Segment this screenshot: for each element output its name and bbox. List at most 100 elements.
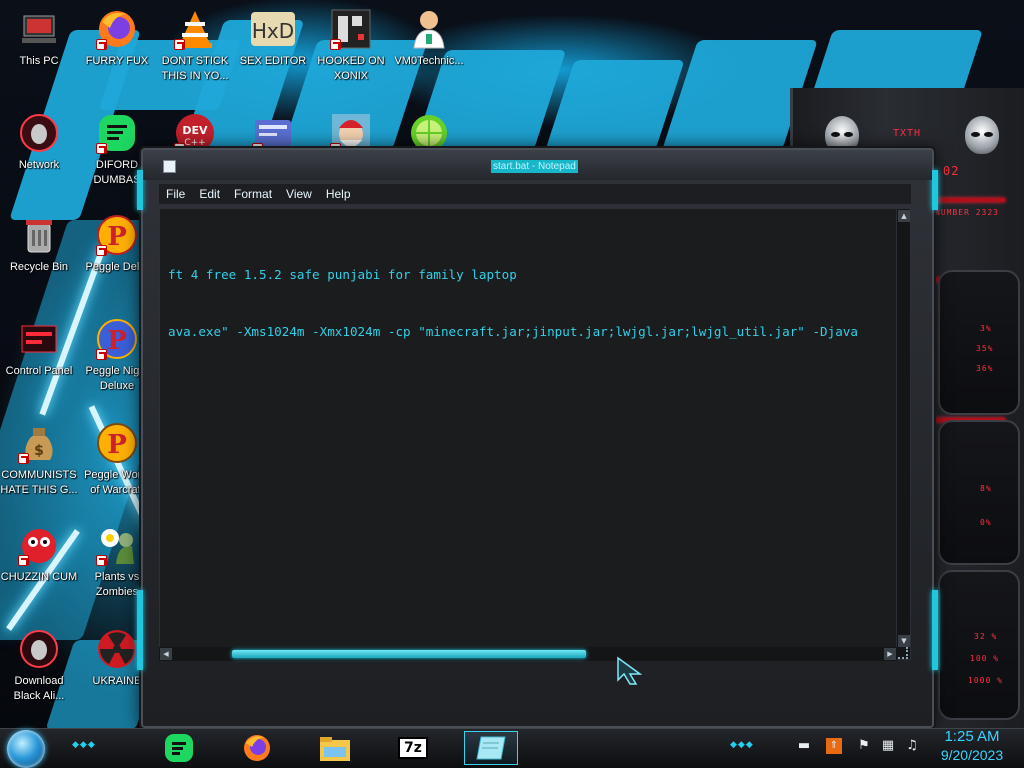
icon-label: SEX EDITOR [239,55,307,67]
peggle-icon: P [96,214,138,256]
desktop-icon-chuzzin[interactable]: CHUZZIN CUM [0,524,78,585]
menu-help[interactable]: Help [319,184,358,204]
desktop-icon-control-panel[interactable]: Control Panel [0,318,78,379]
menu-format[interactable]: Format [227,184,279,204]
decorative-dots: ◆◆◆ [72,740,96,750]
volume-icon[interactable]: ♫ [904,738,920,754]
window-titlebar[interactable]: start.bat - Notepad [143,150,932,180]
chuzzle-icon [18,524,60,566]
icon-label: This PC [19,55,59,67]
menu-view[interactable]: View [279,184,319,204]
widget-value: 8% [980,484,992,493]
plants-vs-zombies-icon [96,524,138,566]
decorative-dots: ◆◆◆ [730,740,754,750]
network-icon[interactable]: ▦ [880,738,896,754]
peggle-nights-icon: P [96,318,138,360]
desktop-icon-hooked-on-xonix[interactable]: HOOKED ON XONIX [312,8,390,84]
widget-readout: 02 [943,164,960,178]
widget-value: 100 % [970,654,1000,663]
svg-text:P: P [107,430,127,460]
widget-value: 3% [980,324,992,333]
desktop-icon-dont-stick[interactable]: DONT STICK THIS IN YO... [156,8,234,84]
update-icon[interactable]: ⇑ [826,738,842,754]
notepad-icon [163,160,176,173]
start-button[interactable] [7,730,45,768]
widget-value: 35% [976,344,994,353]
mouse-cursor-icon [617,656,643,685]
menu-file[interactable]: File [159,184,192,204]
file-explorer-icon [320,737,350,761]
icon-label: Control Panel [5,365,73,377]
menu-edit[interactable]: Edit [192,184,227,204]
desktop-icon-recycle-bin[interactable]: Recycle Bin [0,214,78,275]
taskbar-file-explorer[interactable] [308,731,362,765]
widget-module-memory: 8% 0% [938,420,1020,565]
widget-module-cpu: 3% 35% 36% [938,270,1020,415]
svg-text:HxD: HxD [252,19,294,43]
widget-value: 36% [976,364,994,373]
horizontal-scroll-thumb[interactable] [232,650,586,658]
doctor-icon [408,8,450,50]
svg-text:P: P [107,222,127,252]
vlc-icon [174,8,216,50]
this-pc-icon [18,8,60,50]
widget-sub-readout: NUMBER 2323 [935,208,999,217]
scroll-up-button[interactable]: ▲ [898,210,910,222]
alien-head-icon [965,116,999,154]
taskbar-notepad[interactable] [464,731,518,765]
desktop-icon-sex-editor[interactable]: HxD SEX EDITOR [234,8,312,69]
window-title: start.bat - Notepad [491,160,578,173]
resize-grip[interactable] [898,647,908,659]
widget-module-disk: 32 % 100 % 1000 % [938,570,1020,720]
taskbar-7zip[interactable]: 7z [386,731,440,765]
desktop-icon-vm0technic[interactable]: VM0Technic... [390,8,468,69]
icon-label: Network [18,159,60,171]
network-alien-icon [18,112,60,154]
icon-label: FURRY FUX [85,55,149,67]
icon-label: Recycle Bin [9,261,69,273]
editor-content[interactable]: ft 4 free 1.5.2 safe punjabi for family … [168,227,892,379]
icon-label: VM0Technic... [394,55,464,67]
7zip-icon: 7z [398,737,428,759]
taskbar-clock[interactable]: 1:25 AM 9/20/2023 [930,728,1014,764]
flag-icon[interactable]: ⚑ [856,738,872,754]
firefox-icon [96,8,138,50]
peggle-wow-icon: P [96,422,138,464]
widget-header: TXTH [893,128,922,139]
chevron-icon[interactable]: ▬ [796,738,812,754]
icon-label: CHUZZIN CUM [0,571,78,583]
taskbar-chat-app[interactable] [152,731,206,765]
clock-time: 1:25 AM [944,728,1000,745]
icon-label: COMMUNISTS HATE THIS G... [0,469,78,496]
icon-label: Download Black Ali... [13,675,65,702]
widget-value: 32 % [974,632,998,641]
chat-app-icon [165,734,193,762]
desktop-icon-network[interactable]: Network [0,112,78,173]
chat-app-icon [96,112,138,154]
editor-line: ft 4 free 1.5.2 safe punjabi for family … [168,267,517,282]
widget-value: 0% [980,518,992,527]
scroll-right-button[interactable]: ▶ [884,648,896,660]
clock-date: 9/20/2023 [940,747,1004,763]
icon-label: DONT STICK THIS IN YO... [161,55,229,82]
xonix-game-icon [330,8,372,50]
vertical-scrollbar[interactable]: ▲ ▼ [896,209,910,659]
desktop-icon-this-pc[interactable]: This PC [0,8,78,69]
hex-editor-icon: HxD [249,8,297,50]
menu-bar: File Edit Format View Help [159,184,911,204]
desktop-icon-download-black-alien[interactable]: Download Black Ali... [0,628,78,704]
notepad-window[interactable]: start.bat - Notepad File Edit Format Vie… [137,148,938,728]
desktop-icon-communists[interactable]: $ COMMUNISTS HATE THIS G... [0,422,78,498]
desktop-icon-furry-fux[interactable]: FURRY FUX [78,8,156,69]
download-alien-icon [18,628,60,670]
text-editor[interactable]: ft 4 free 1.5.2 safe punjabi for family … [159,208,911,660]
taskbar-firefox[interactable] [230,731,284,765]
scroll-down-button[interactable]: ▼ [898,635,910,647]
scroll-left-button[interactable]: ◀ [160,648,172,660]
radiation-icon [96,628,138,670]
icon-label: HOOKED ON XONIX [317,55,385,82]
editor-line: ava.exe" -Xms1024m -Xmx1024m -cp "minecr… [168,324,858,339]
widget-value: 1000 % [968,676,1003,685]
svg-text:C++: C++ [184,138,205,148]
horizontal-scrollbar[interactable]: ◀ ▶ [159,647,897,661]
